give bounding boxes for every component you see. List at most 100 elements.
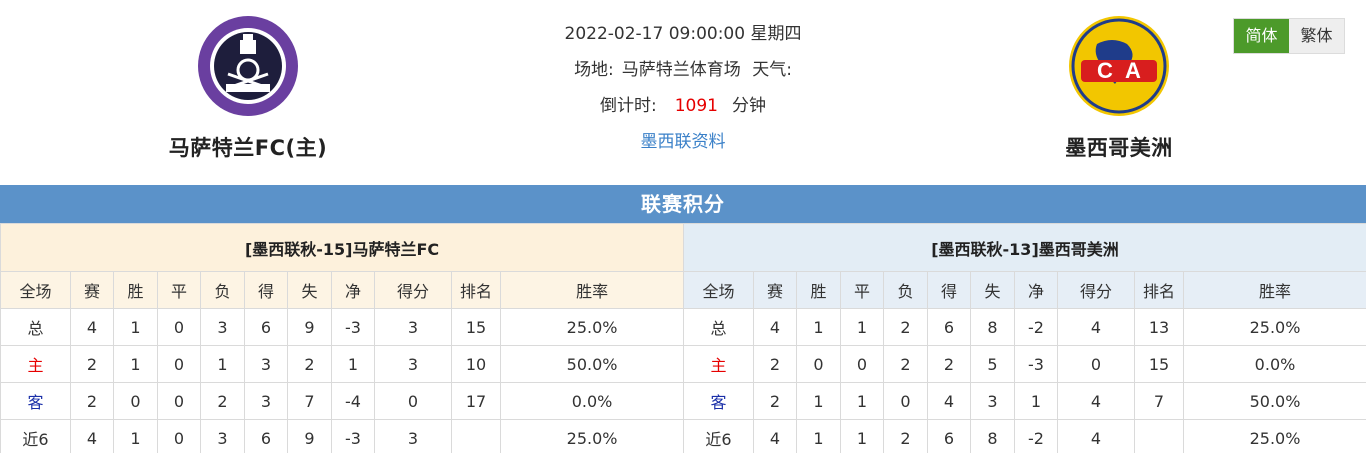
home-table-cell: 2: [287, 345, 332, 383]
home-table-cell: 4: [70, 308, 114, 346]
away-table-cell: 4: [1057, 419, 1135, 453]
home-table-cell: 10: [451, 345, 501, 383]
away-table-cell: 0: [883, 382, 928, 420]
home-column-header: 全场: [0, 271, 71, 309]
home-table-cell: 3: [200, 419, 245, 453]
away-table-cell: 0: [840, 345, 884, 383]
home-table-cell: 15: [451, 308, 501, 346]
away-team-name[interactable]: 墨西哥美洲: [1009, 132, 1229, 162]
league-info-link[interactable]: 墨西联资料: [641, 132, 726, 152]
away-table-cell: 总: [683, 308, 754, 346]
away-table-cell: 1: [840, 382, 884, 420]
away-table-cell: 0: [1057, 345, 1135, 383]
home-table-cell: 总: [0, 308, 71, 346]
home-table-cell: 4: [70, 419, 114, 453]
home-column-header: 负: [200, 271, 245, 309]
away-table-cell: 25.0%: [1183, 308, 1366, 346]
away-table-cell: [1134, 419, 1184, 453]
away-table-cell: 13: [1134, 308, 1184, 346]
away-table-cell: 2: [753, 345, 797, 383]
countdown-row: 倒计时: 1091 分钟: [483, 92, 883, 128]
league-link-row: 墨西联资料: [483, 128, 883, 164]
home-column-header: 胜率: [499, 271, 685, 309]
away-team-logo[interactable]: C A: [1067, 14, 1171, 118]
home-team-logo[interactable]: [196, 14, 300, 118]
away-table-cell: 1: [1014, 382, 1058, 420]
home-table-cell: 0: [157, 419, 201, 453]
away-table-cell: 50.0%: [1183, 382, 1366, 420]
home-table-cell: 7: [287, 382, 332, 420]
away-column-header: 全场: [683, 271, 754, 309]
home-column-header: 赛: [70, 271, 114, 309]
home-table-cell: 1: [331, 345, 375, 383]
away-table-cell: 客: [683, 382, 754, 420]
home-table-row: 主 2 1 0 1 3 2 1 3 10 50.0%: [0, 345, 685, 383]
home-table-row: 客 2 0 0 2 3 7 -4 0 17 0.0%: [0, 382, 685, 420]
away-column-header: 胜率: [1183, 271, 1366, 309]
weather-label: 天气:: [752, 60, 792, 80]
away-table-cell: 4: [753, 419, 797, 453]
away-table-row: 总 4 1 1 2 6 8 -2 4 13 25.0%: [683, 308, 1366, 346]
away-table-cell: 6: [927, 308, 971, 346]
away-table-caption: [墨西联秋-13]墨西哥美洲: [683, 223, 1366, 272]
away-table-cell: -3: [1014, 345, 1058, 383]
away-table-cell: 6: [927, 419, 971, 453]
home-table-cell: 2: [70, 345, 114, 383]
home-table-cell: 1: [200, 345, 245, 383]
home-table-cell: 0: [157, 382, 201, 420]
home-table-cell: 6: [244, 419, 288, 453]
away-table-cell: 1: [840, 419, 884, 453]
home-table-cell: 3: [374, 419, 452, 453]
home-standings-table: [墨西联秋-15]马萨特兰FC 全场赛胜平负得失净得分 排名 胜率 总410369-…: [0, 223, 685, 453]
home-team-name[interactable]: 马萨特兰FC(主): [138, 132, 358, 162]
away-column-header: 平: [840, 271, 884, 309]
home-table-cell: 客: [0, 382, 71, 420]
match-venue-row: 场地: 马萨特兰体育场 天气:: [483, 56, 883, 92]
countdown-value: 1091: [674, 96, 718, 116]
home-table-cell: 2: [200, 382, 245, 420]
away-table-cell: 4: [927, 382, 971, 420]
match-info: 2022-02-17 09:00:00 星期四 场地: 马萨特兰体育场 天气: 倒…: [483, 20, 883, 164]
away-table-cell: 主: [683, 345, 754, 383]
lang-traditional-button[interactable]: 繁体: [1289, 19, 1344, 53]
home-table-cell: 17: [451, 382, 501, 420]
home-table-cell: 0: [374, 382, 452, 420]
home-table-cell: -3: [331, 419, 375, 453]
countdown-unit: 分钟: [732, 96, 766, 116]
away-table-cell: 2: [753, 382, 797, 420]
home-table-cell: -3: [331, 308, 375, 346]
away-column-header: 赛: [753, 271, 797, 309]
home-table-cell: 主: [0, 345, 71, 383]
home-table-cell: 3: [244, 345, 288, 383]
away-table-cell: 1: [796, 419, 841, 453]
away-table-cell: 8: [970, 419, 1015, 453]
home-table-cell: 3: [200, 308, 245, 346]
away-column-header: 得: [927, 271, 971, 309]
away-table-cell: 4: [1057, 308, 1135, 346]
away-table-cell: 5: [970, 345, 1015, 383]
home-table-cell: 25.0%: [499, 419, 685, 453]
away-table-cell: -2: [1014, 308, 1058, 346]
away-table-row: 近6 4 1 1 2 6 8 -2 4 25.0%: [683, 419, 1366, 453]
home-table-row: 总 4 1 0 3 6 9 -3 3 15 25.0%: [0, 308, 685, 346]
lang-simplified-button[interactable]: 简体: [1234, 19, 1289, 53]
home-team: 马萨特兰FC(主): [138, 14, 358, 162]
home-table-cell: [451, 419, 501, 453]
match-header: 马萨特兰FC(主) 2022-02-17 09:00:00 星期四 场地: 马萨特…: [0, 0, 1366, 185]
away-column-header: 胜: [796, 271, 841, 309]
away-table-cell: 7: [1134, 382, 1184, 420]
away-column-header: 失: [970, 271, 1015, 309]
home-table-cell: 0: [113, 382, 158, 420]
away-table-cell: 1: [796, 308, 841, 346]
home-table-caption: [墨西联秋-15]马萨特兰FC: [0, 223, 685, 272]
home-table-cell: 3: [244, 382, 288, 420]
away-table-cell: -2: [1014, 419, 1058, 453]
away-table-cell: 25.0%: [1183, 419, 1366, 453]
away-table-cell: 3: [970, 382, 1015, 420]
away-table-cell: 近6: [683, 419, 754, 453]
away-table-cell: 2: [883, 419, 928, 453]
home-table-cell: 1: [113, 419, 158, 453]
home-table-cell: -4: [331, 382, 375, 420]
away-table-row: 主 2 0 0 2 2 5 -3 0 15 0.0%: [683, 345, 1366, 383]
away-table-cell: 2: [883, 308, 928, 346]
